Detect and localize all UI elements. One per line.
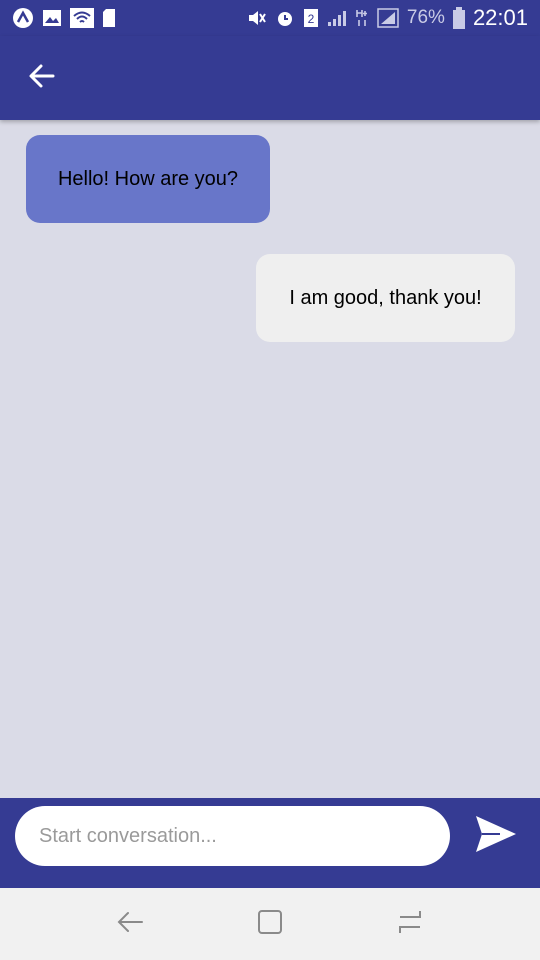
alarm-icon [275, 8, 295, 28]
status-left-icons [12, 7, 116, 29]
message-text: Hello! How are you? [57, 167, 239, 190]
data-hplus-icon [355, 8, 369, 28]
chat-messages[interactable]: Hello! How are you? I am good, thank you… [0, 120, 540, 798]
send-button[interactable] [470, 812, 522, 860]
sim-2-icon: 2 [303, 8, 319, 28]
signal-icon [327, 9, 347, 27]
nav-home-button[interactable] [250, 904, 290, 944]
back-icon [116, 910, 144, 939]
recents-icon [396, 909, 424, 940]
incoming-message-bubble: Hello! How are you? [26, 135, 270, 223]
battery-icon [452, 7, 465, 29]
system-nav-bar [0, 888, 540, 960]
back-button[interactable] [22, 58, 62, 98]
message-input[interactable] [15, 806, 450, 866]
mute-icon [247, 9, 267, 27]
send-icon [474, 814, 518, 859]
app-notification-icon [12, 7, 34, 29]
wifi-icon [70, 8, 94, 28]
sd-card-icon [102, 8, 116, 28]
nav-recents-button[interactable] [390, 904, 430, 944]
svg-text:2: 2 [308, 12, 315, 26]
home-icon [257, 909, 283, 940]
nav-back-button[interactable] [110, 904, 150, 944]
app-bar [0, 36, 540, 120]
message-text: I am good, thank you! [289, 286, 482, 309]
status-bar: 2 76% 22:01 [0, 0, 540, 36]
message-composer [0, 798, 540, 888]
arrow-left-icon [28, 62, 56, 95]
status-time: 22:01 [472, 5, 528, 30]
status-right-icons: 2 76% 22:01 [247, 5, 528, 31]
signal-icon [377, 8, 399, 28]
outgoing-message-bubble: I am good, thank you! [256, 254, 515, 342]
image-icon [42, 9, 62, 27]
battery-percent: 76% [406, 7, 445, 28]
